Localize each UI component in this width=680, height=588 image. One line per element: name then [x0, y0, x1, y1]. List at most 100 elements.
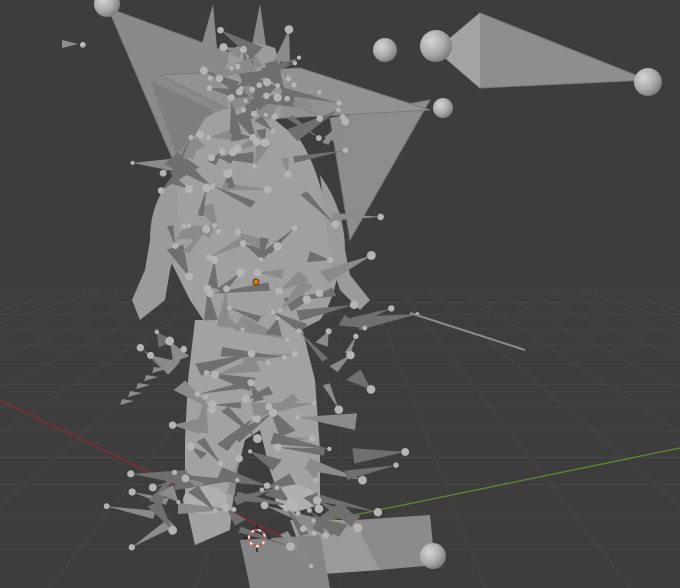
bone-joint[interactable]	[322, 532, 330, 539]
bone-joint[interactable]	[136, 343, 145, 352]
bone-joint[interactable]	[284, 337, 290, 342]
bone-joint[interactable]	[215, 74, 224, 83]
bone-joint[interactable]	[172, 242, 179, 250]
bone-joint[interactable]	[284, 95, 290, 102]
bone-joint[interactable]	[212, 508, 218, 514]
bone-joint[interactable]	[240, 107, 247, 113]
bone-joint[interactable]	[315, 289, 324, 298]
bone-joint[interactable]	[253, 268, 262, 277]
bone-joint[interactable]	[317, 90, 322, 95]
bone-joint[interactable]	[180, 345, 188, 353]
bone-joint[interactable]	[184, 272, 194, 281]
bone-joint[interactable]	[241, 394, 251, 404]
bone-joint[interactable]	[233, 144, 242, 153]
bone-joint[interactable]	[227, 168, 233, 174]
bone-joint[interactable]	[271, 113, 278, 120]
bone-joint[interactable]	[217, 26, 224, 34]
bone-joint[interactable]	[256, 82, 263, 88]
bone-joint[interactable]	[336, 107, 341, 113]
bone-joint[interactable]	[296, 55, 302, 60]
bone-joint[interactable]	[249, 86, 256, 93]
bone-joint[interactable]	[291, 225, 298, 232]
bone-joint[interactable]	[165, 336, 175, 346]
bone-joint[interactable]	[249, 133, 257, 142]
bone-joint[interactable]	[270, 128, 276, 134]
bone-joint[interactable]	[128, 544, 135, 551]
bone[interactable]	[106, 506, 156, 520]
bone-joint[interactable]	[295, 414, 301, 420]
bone-joint[interactable]	[247, 349, 256, 358]
bone[interactable]	[120, 399, 134, 405]
bone-joint[interactable]	[212, 223, 218, 229]
bone-joint[interactable]	[315, 135, 322, 141]
bone-joint[interactable]	[263, 482, 271, 489]
bone-joint[interactable]	[262, 78, 272, 87]
bone-joint[interactable]	[253, 415, 261, 423]
bone-joint[interactable]	[263, 92, 270, 100]
bone-joint[interactable]	[299, 525, 307, 533]
bone-top-spike-1[interactable]	[198, 4, 218, 60]
joint-sphere-mid[interactable]	[433, 98, 453, 118]
bone-joint[interactable]	[401, 447, 410, 456]
bone-joint[interactable]	[203, 394, 209, 400]
bone-joint[interactable]	[349, 300, 359, 309]
bone-joint[interactable]	[194, 391, 201, 397]
bone-joint[interactable]	[239, 45, 248, 54]
bone-joint[interactable]	[157, 187, 165, 194]
bone-joint[interactable]	[275, 287, 283, 295]
bone-joint[interactable]	[336, 100, 342, 106]
bone-joint[interactable]	[286, 542, 295, 551]
joint-sphere-bottom-right[interactable]	[420, 543, 446, 569]
bone-joint[interactable]	[331, 220, 340, 229]
bone-joint[interactable]	[366, 385, 376, 394]
bone[interactable]	[128, 391, 142, 397]
bone-joint[interactable]	[127, 470, 135, 478]
bone-joint[interactable]	[154, 329, 160, 335]
bone-joint[interactable]	[196, 130, 205, 139]
bone-joint[interactable]	[265, 360, 271, 366]
bone-joint[interactable]	[203, 370, 210, 376]
bone-joint[interactable]	[311, 518, 316, 523]
bone-joint[interactable]	[291, 82, 297, 88]
bone-joint[interactable]	[362, 325, 368, 331]
bone-joint[interactable]	[334, 405, 344, 415]
bone-joint[interactable]	[181, 224, 187, 230]
bone-joint[interactable]	[217, 460, 224, 467]
3d-viewport[interactable]	[0, 0, 680, 588]
bone-joint[interactable]	[260, 138, 270, 148]
bone[interactable]	[352, 448, 406, 464]
bone-joint[interactable]	[388, 305, 395, 312]
joint-sphere-head-b[interactable]	[420, 30, 452, 62]
bone-joint[interactable]	[227, 94, 235, 102]
bone-joint[interactable]	[235, 477, 240, 483]
bone-joint[interactable]	[353, 333, 359, 340]
bone-joint[interactable]	[275, 83, 281, 88]
bone-joint[interactable]	[311, 401, 317, 406]
bone-joint[interactable]	[188, 134, 194, 140]
bone-joint[interactable]	[235, 88, 244, 96]
joint-small-floating[interactable]	[80, 42, 86, 48]
bone-joint[interactable]	[253, 434, 262, 444]
bone-joint[interactable]	[240, 327, 245, 332]
bone-joint[interactable]	[284, 170, 292, 179]
bone-joint[interactable]	[358, 475, 367, 485]
bone-joint[interactable]	[168, 421, 177, 429]
bone-joint[interactable]	[273, 242, 282, 251]
bone-joint[interactable]	[248, 449, 253, 454]
bone-joint[interactable]	[291, 350, 299, 358]
bone-joint[interactable]	[309, 435, 316, 442]
bone-joint[interactable]	[309, 564, 314, 569]
bone-joint[interactable]	[326, 256, 334, 264]
bone-joint[interactable]	[236, 268, 245, 277]
bone[interactable]	[344, 465, 396, 480]
bone-joint[interactable]	[207, 400, 217, 410]
bone-joint[interactable]	[270, 309, 276, 315]
bone-joint[interactable]	[168, 525, 178, 535]
bone-joint[interactable]	[259, 487, 265, 492]
bone-joint[interactable]	[325, 328, 332, 335]
bone-joint[interactable]	[206, 134, 211, 140]
bone-small-floating[interactable]	[62, 40, 78, 48]
bone-joint[interactable]	[130, 160, 135, 165]
bone-joint[interactable]	[252, 163, 257, 169]
bone-joint[interactable]	[274, 485, 280, 491]
